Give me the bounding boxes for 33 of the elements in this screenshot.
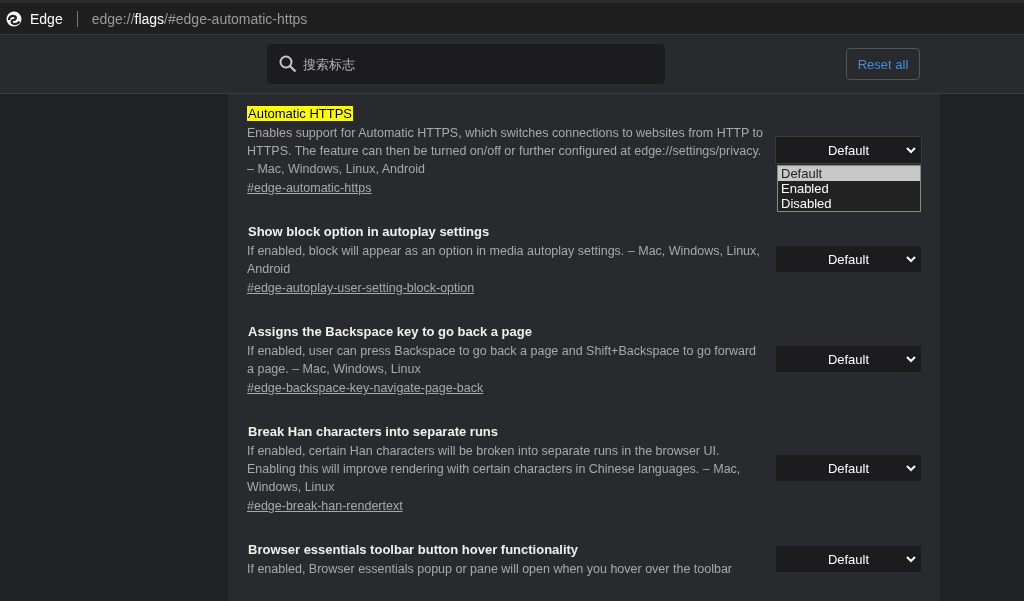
flag-dropdown[interactable]: Default: [776, 455, 921, 481]
flag-dropdown[interactable]: Default: [776, 546, 921, 572]
flag-link[interactable]: #edge-backspace-key-navigate-page-back: [247, 381, 484, 395]
search-field[interactable]: 搜索标志: [267, 44, 665, 84]
chevron-down-icon: [906, 355, 916, 363]
chevron-down-icon: [906, 555, 916, 563]
flag-dropdown[interactable]: Default: [776, 137, 921, 163]
url-text[interactable]: edge://flags/#edge-automatic-https: [91, 10, 308, 27]
browser-name: Edge: [30, 10, 63, 27]
dropdown-option[interactable]: Disabled: [778, 196, 920, 211]
flag-link[interactable]: #edge-automatic-https: [247, 181, 372, 195]
flag-title: Automatic HTTPS: [247, 106, 354, 121]
flag-dropdown[interactable]: Default: [776, 346, 921, 372]
browser-logo-icon: [6, 10, 22, 27]
dropdown-option[interactable]: Default: [778, 166, 920, 181]
flag-description: If enabled, Browser essentials popup or pane will open when you hover over the toolbar: [247, 561, 734, 578]
flag-title: Assigns the Backspace key to go back a page: [247, 324, 533, 339]
flag-title: Show block option in autoplay settings: [247, 224, 491, 239]
chevron-down-icon: [906, 146, 916, 154]
search-icon: [279, 55, 297, 73]
flag-title: Browser essentials toolbar button hover functionality: [247, 542, 580, 557]
chevron-down-icon: [906, 255, 916, 263]
flag-link[interactable]: #edge-break-han-rendertext: [247, 499, 403, 513]
flag-title: Break Han characters into separate runs: [247, 424, 499, 439]
dropdown-option[interactable]: Enabled: [778, 181, 920, 196]
flag-dropdown[interactable]: Default: [776, 246, 921, 272]
flag-description: If enabled, certain Han characters will be broken into separate runs in the browser UI. Enabling this will improve rendering with certain characters in Chinese languages. – Mac, Windows, Linux: [247, 443, 742, 496]
flag-link[interactable]: #edge-autoplay-user-setting-block-option: [247, 281, 475, 295]
flag-description: Enables support for Automatic HTTPS, which switches connections to websites from HTTP to HTTPS. The feature can then be turned on/off or further configured at edge://settings/privacy. – Mac, Windows, Linux, Android: [247, 125, 764, 178]
flag-description: If enabled, block will appear as an option in media autoplay settings. – Mac, Windows, Linux, Android: [247, 243, 761, 278]
reset-all-button[interactable]: Reset all: [846, 48, 920, 80]
chevron-down-icon: [906, 464, 916, 472]
flag-description: If enabled, user can press Backspace to go back a page and Shift+Backspace to go forward a page. – Mac, Windows, Linux: [247, 343, 757, 378]
